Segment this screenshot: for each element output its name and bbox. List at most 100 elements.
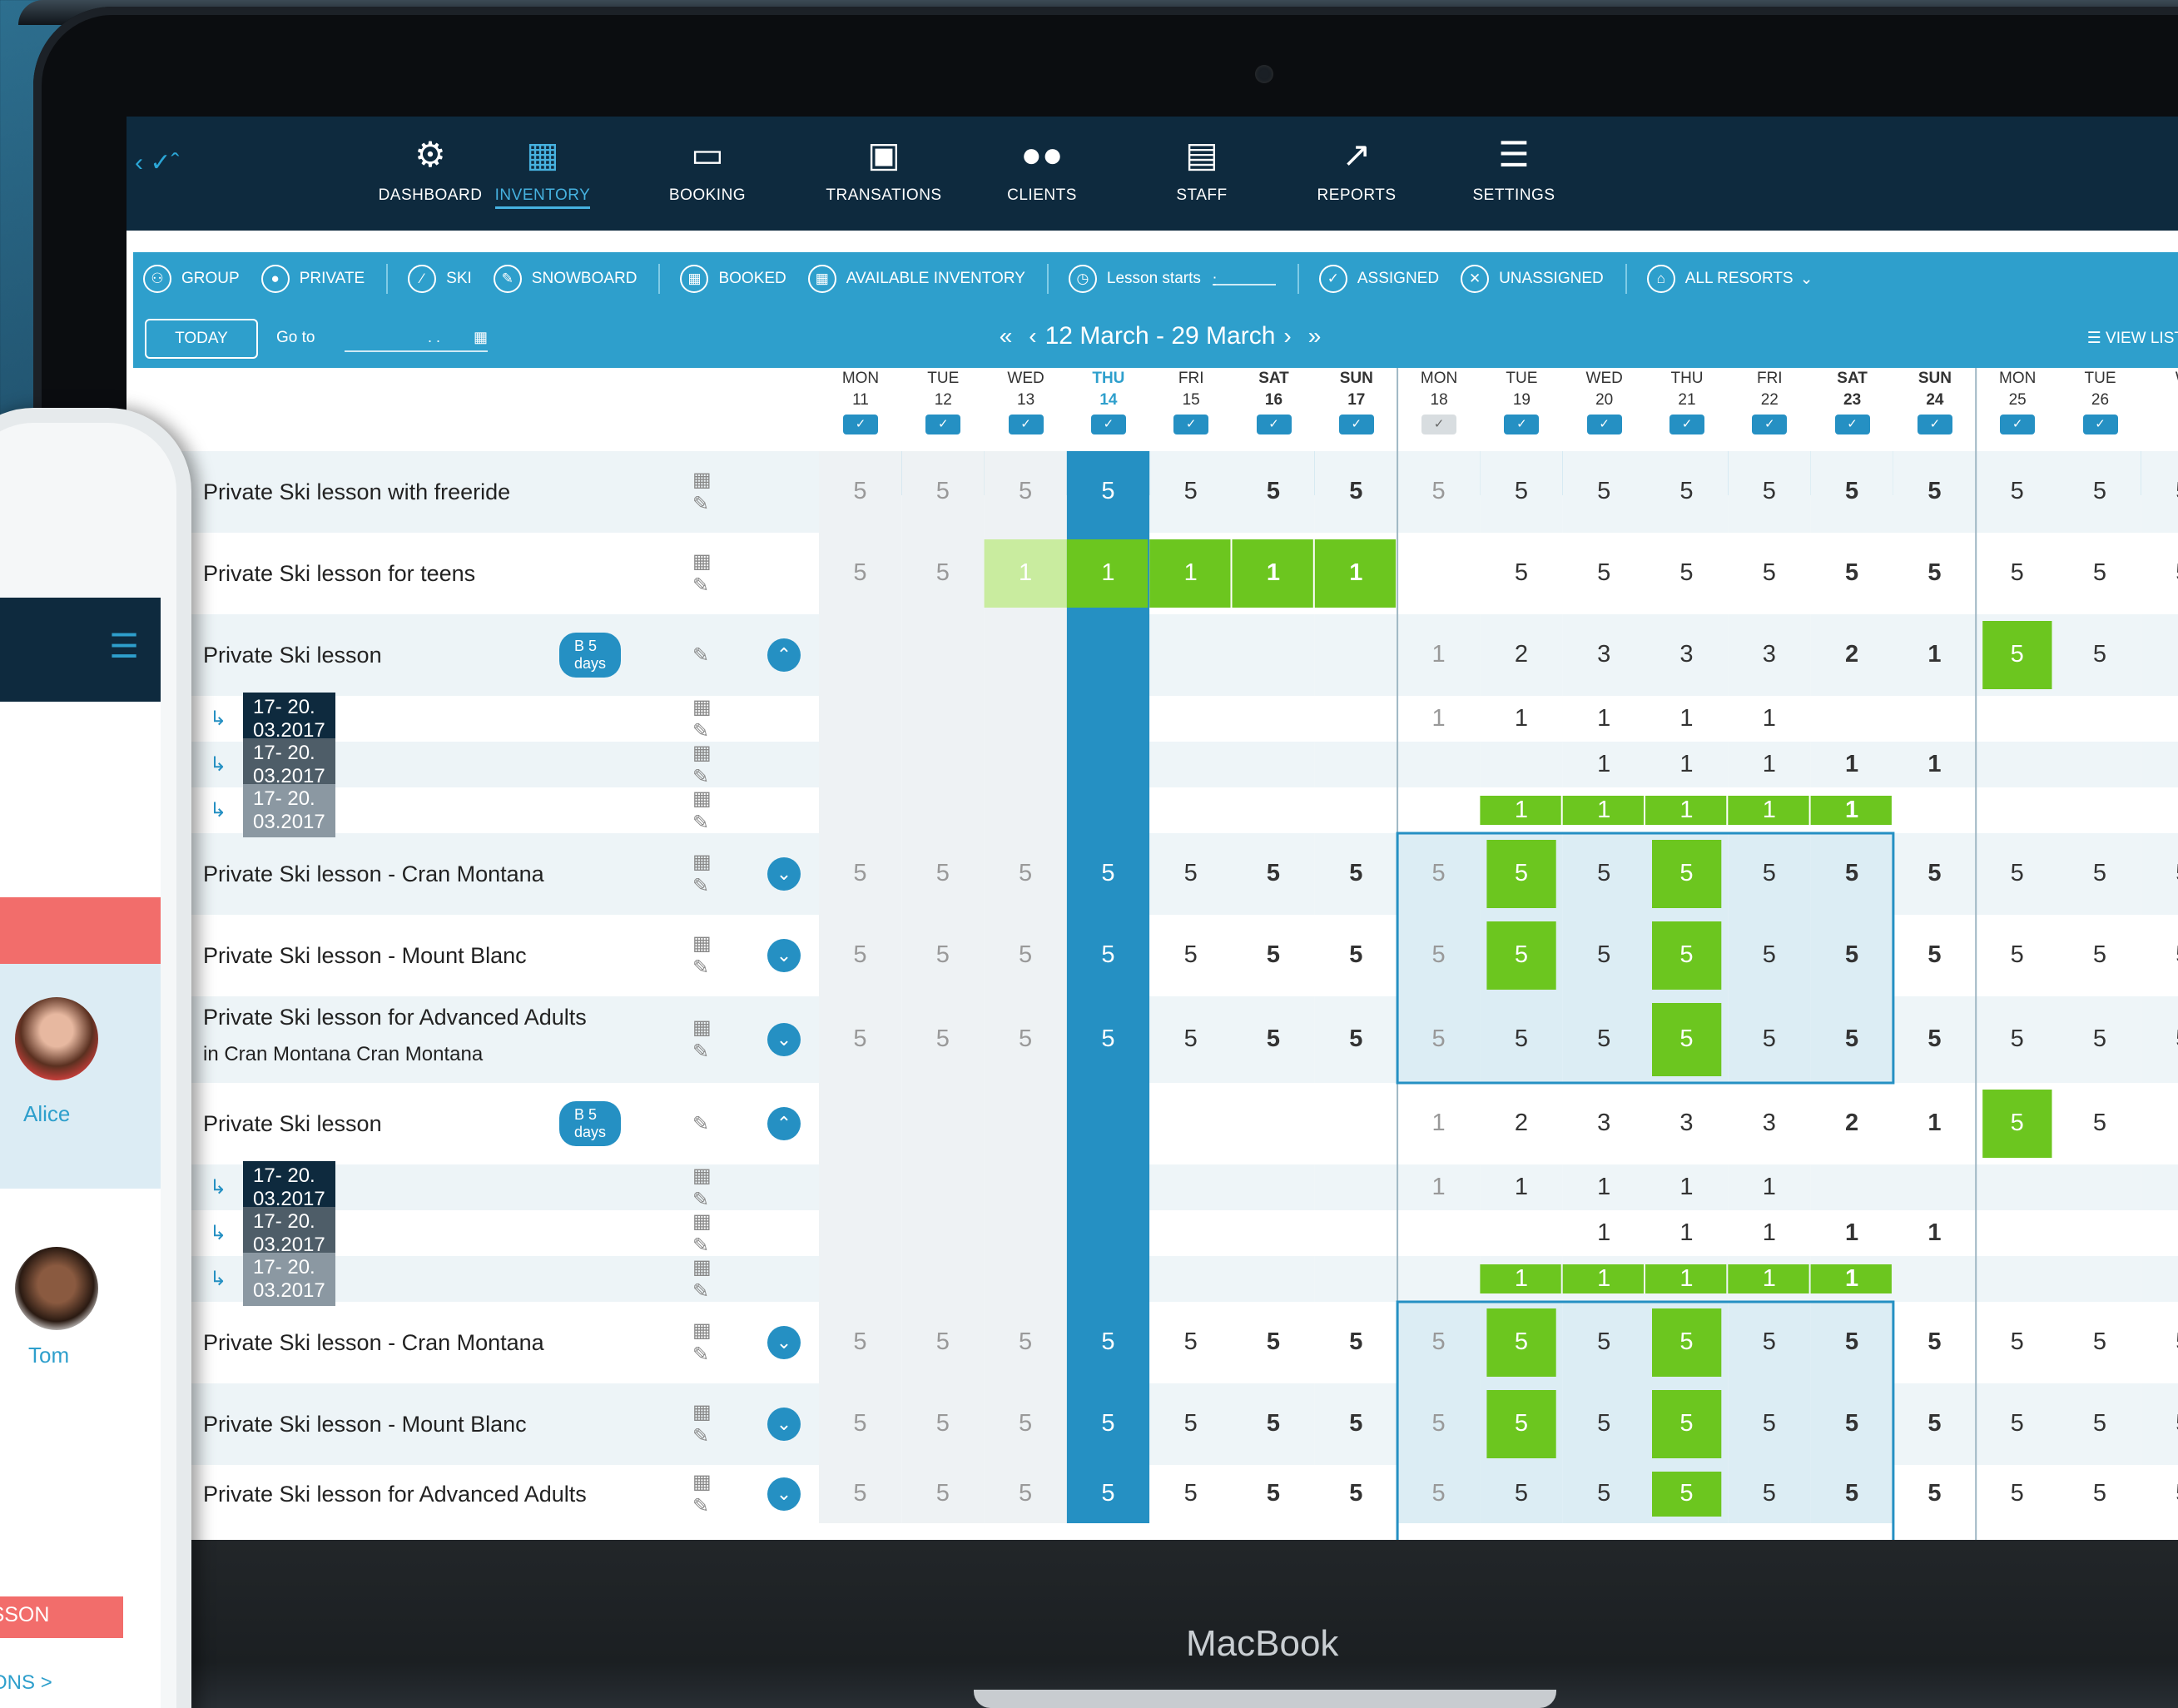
grid-cell[interactable]: 5 (1233, 860, 1315, 887)
grid-cell[interactable]: 5 (1893, 1025, 1976, 1053)
day-check-icon[interactable]: ✓ (1090, 415, 1126, 434)
grid-cell[interactable]: 5 (1233, 1480, 1315, 1507)
grid-cell[interactable]: 3 (1563, 641, 1645, 668)
grid-cell[interactable]: 5 (2059, 860, 2141, 887)
day-header[interactable]: THU 21 ✓ (1645, 368, 1729, 451)
grid-cell[interactable]: 5 (985, 478, 1067, 505)
day-header[interactable]: W (2141, 368, 2178, 451)
grid-cell[interactable]: 5 (1149, 1025, 1232, 1053)
grid-cell[interactable]: 1 (1728, 705, 1810, 732)
grid-cell[interactable]: 5 (1480, 1025, 1562, 1053)
day-header[interactable]: MON 11 ✓ (819, 368, 902, 451)
grid-cell[interactable]: 5 (1645, 1025, 1728, 1053)
grid-cell[interactable]: 1 (1149, 559, 1232, 587)
grid-cell[interactable]: 5 (2141, 559, 2178, 587)
grid-cell[interactable]: 5 (1893, 941, 1976, 969)
day-check-icon[interactable]: ✓ (1917, 415, 1952, 434)
today-button[interactable]: TODAY (145, 319, 258, 359)
grid-cell[interactable]: 5 (1728, 478, 1810, 505)
grid-cell[interactable]: 1 (1397, 641, 1480, 668)
nav-settings[interactable]: ☰ SETTINGS (1439, 132, 1589, 205)
grid-cell[interactable]: 5 (1149, 941, 1232, 969)
grid-cell[interactable]: 5 (1811, 559, 1893, 587)
day-check-icon[interactable]: ✓ (1669, 415, 1704, 434)
row-actions[interactable]: ▦ ✎ (692, 1400, 712, 1448)
grid-cell[interactable]: 3 (1728, 641, 1810, 668)
grid-cell[interactable]: 1 (1480, 1265, 1562, 1293)
grid-cell[interactable]: 3 (1728, 1110, 1810, 1137)
phone-selected-card[interactable] (0, 964, 161, 1189)
grid-cell[interactable]: 1 (1563, 751, 1645, 778)
grid-cell[interactable]: 5 (1315, 1025, 1397, 1053)
grid-cell[interactable]: 5 (1976, 641, 2058, 668)
grid-cell[interactable]: 2 (1811, 641, 1893, 668)
grid-cell[interactable]: 1 (1480, 1174, 1562, 1201)
day-check-icon[interactable]: ✓ (843, 415, 878, 434)
day-header[interactable]: TUE 26 ✓ (2059, 368, 2142, 451)
grid-cell[interactable]: 5 (1645, 559, 1728, 587)
grid-cell[interactable]: 1 (1645, 705, 1728, 732)
grid-cell[interactable]: 1 (1563, 705, 1645, 732)
booking-date-tag[interactable]: 17- 20. 03.2017 (243, 1252, 335, 1306)
day-header[interactable]: WED 13 ✓ (985, 368, 1068, 451)
grid-cell[interactable]: 5 (1976, 559, 2058, 587)
grid-cell[interactable]: 5 (1976, 1480, 2058, 1507)
day-header[interactable]: FRI 15 ✓ (1149, 368, 1233, 451)
nav-transations[interactable]: ▣ TRANSATIONS (809, 132, 959, 205)
grid-cell[interactable]: 5 (1893, 860, 1976, 887)
day-check-icon[interactable]: ✓ (1008, 415, 1044, 434)
grid-cell[interactable]: 5 (2141, 860, 2178, 887)
filter-assigned[interactable]: ✓ ASSIGNED (1318, 265, 1439, 293)
grid-cell[interactable]: 5 (1149, 478, 1232, 505)
grid-cell[interactable]: 1 (1811, 1219, 1893, 1247)
grid-cell[interactable]: 5 (2059, 1328, 2141, 1356)
day-check-icon[interactable]: ✓ (1586, 415, 1622, 434)
grid-cell[interactable]: 5 (985, 1480, 1067, 1507)
lesson-starts-input[interactable]: : (1212, 272, 1276, 290)
lesson-button[interactable]: LESSON (0, 1596, 123, 1638)
collapse-icon[interactable]: ⌃ (767, 1107, 801, 1140)
grid-cell[interactable]: 5 (1976, 1328, 2058, 1356)
grid-cell[interactable]: 5 (1811, 1410, 1893, 1437)
grid-cell[interactable]: 5 (901, 1410, 984, 1437)
day-header[interactable]: SUN 17 ✓ (1315, 368, 1398, 451)
day-header[interactable]: MON 18 ✓ (1397, 368, 1481, 451)
grid-cell[interactable]: 5 (2059, 941, 2141, 969)
filter-lesson-starts[interactable]: ◷ Lesson starts: (1068, 265, 1276, 293)
row-actions[interactable]: ▦ ✎ (692, 1164, 712, 1212)
view-list-button[interactable]: ☰ VIEW LIST (2087, 329, 2178, 348)
grid-cell[interactable]: 5 (1976, 941, 2058, 969)
grid-cell[interactable]: 5 (985, 941, 1067, 969)
grid-cell[interactable]: 5 (1480, 941, 1562, 969)
grid-cell[interactable]: 5 (1067, 1025, 1149, 1053)
lessons-link[interactable]: SSONS > (0, 1671, 52, 1695)
row-actions[interactable]: ▦ ✎ (692, 695, 712, 743)
grid-cell[interactable]: 5 (1811, 1480, 1893, 1507)
grid-cell[interactable]: 5 (1645, 941, 1728, 969)
grid-cell[interactable]: 5 (1149, 1410, 1232, 1437)
grid-cell[interactable]: 5 (1067, 478, 1149, 505)
grid-cell[interactable]: 5 (2059, 559, 2141, 587)
grid-cell[interactable]: 5 (1067, 1480, 1149, 1507)
grid-cell[interactable]: 5 (1811, 478, 1893, 505)
grid-cell[interactable]: 5 (1645, 860, 1728, 887)
grid-cell[interactable]: 1 (1563, 1265, 1645, 1293)
row-actions[interactable]: ▦ ✎ (692, 549, 712, 598)
grid-cell[interactable]: 5 (1315, 941, 1397, 969)
grid-cell[interactable]: 5 (1728, 941, 1810, 969)
menu-icon[interactable]: ☰ (109, 628, 139, 666)
grid-cell[interactable]: 5 (1728, 1480, 1810, 1507)
grid-cell[interactable]: 5 (819, 1480, 901, 1507)
grid-cell[interactable]: 1 (1893, 1219, 1976, 1247)
grid-cell[interactable]: 5 (901, 559, 984, 587)
row-actions[interactable]: ▦ ✎ (692, 1209, 712, 1258)
row-actions[interactable]: ▦ ✎ (692, 931, 712, 980)
grid-cell[interactable]: 2 (1811, 1110, 1893, 1137)
grid-cell[interactable]: 5 (2141, 1328, 2178, 1356)
grid-cell[interactable]: 5 (1149, 1480, 1232, 1507)
day-check-icon[interactable]: ✓ (2082, 415, 2118, 434)
next-icon[interactable]: › (1283, 323, 1291, 349)
grid-cell[interactable]: 5 (1811, 860, 1893, 887)
grid-cell[interactable]: 1 (1645, 797, 1728, 824)
grid-cell[interactable]: 3 (1563, 1110, 1645, 1137)
